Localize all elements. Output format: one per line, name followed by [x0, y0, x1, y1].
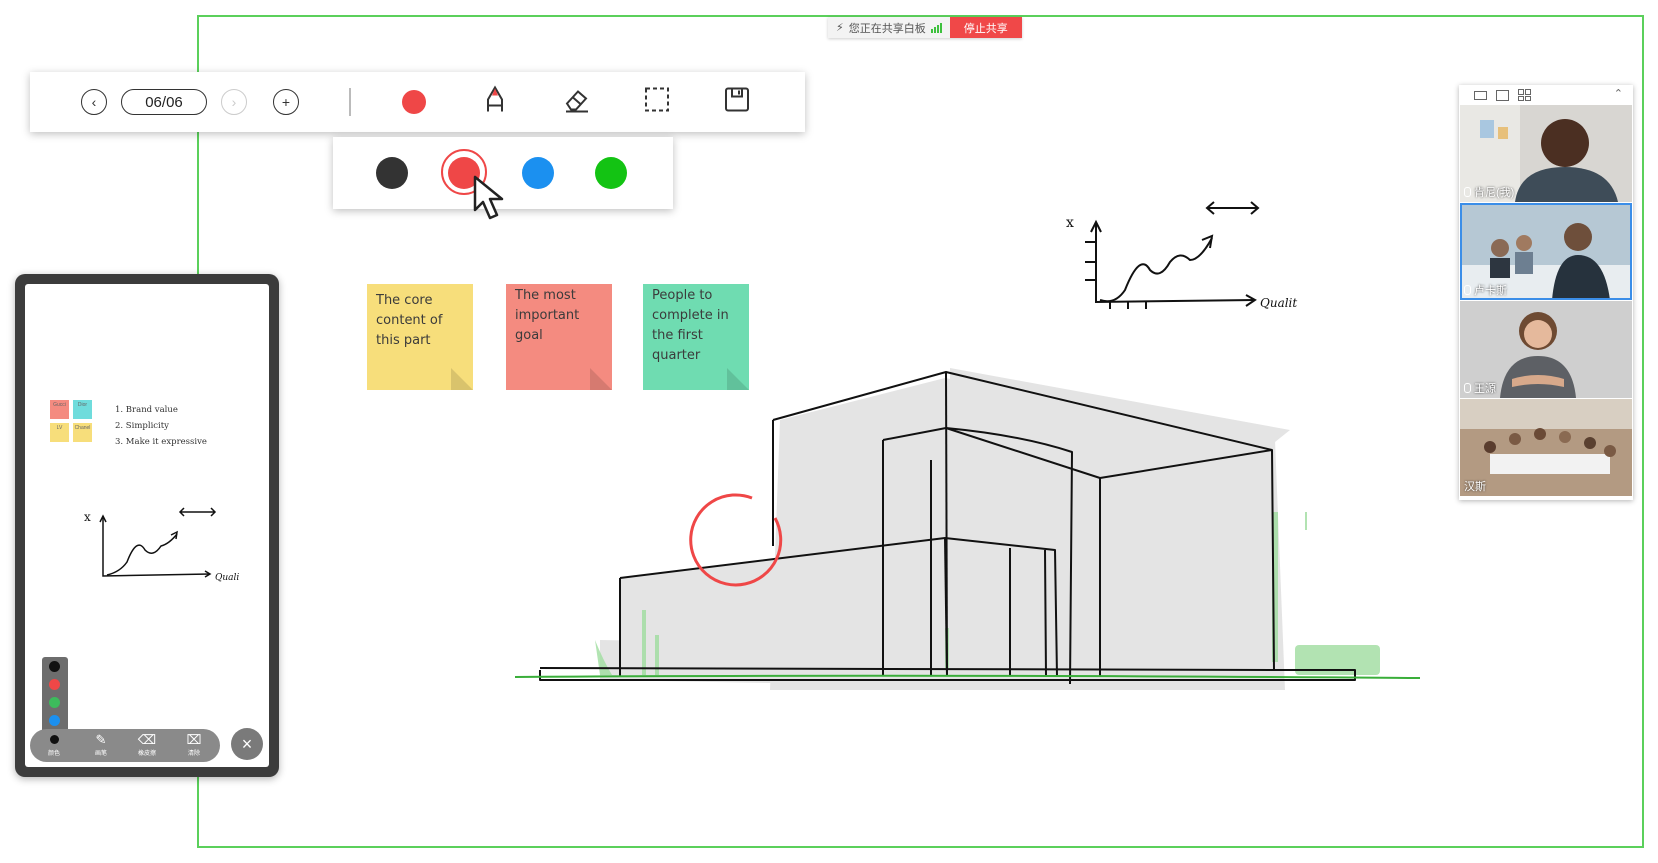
pen-icon	[487, 85, 503, 112]
participant-name-tag: 肯尼(我)	[1464, 184, 1514, 200]
sticky-note[interactable]: The core content of this part	[367, 284, 473, 390]
chevron-left-icon: ‹	[91, 94, 97, 110]
sticky-note[interactable]: People to complete in the first quarter	[643, 284, 749, 390]
chevron-right-icon: ›	[231, 94, 237, 110]
mini-note: Gucci	[50, 400, 69, 419]
sticky-note[interactable]: The most important goal	[506, 284, 612, 390]
participant-name: 王源	[1474, 383, 1496, 395]
eraser-icon: ⌫	[137, 732, 157, 747]
mini-toolbar-label: 橡皮擦	[137, 751, 156, 757]
next-page-button[interactable]: ›	[221, 89, 247, 115]
video-panel-header: ⌃	[1459, 85, 1633, 105]
mini-color-button[interactable]: 颜色	[38, 733, 70, 757]
mini-note: LV	[50, 423, 69, 442]
mini-chart-x-label: Quali	[215, 573, 239, 583]
mini-toolbar-label: 颜色	[47, 751, 60, 757]
mini-pen-button[interactable]: ✎ 画笔	[85, 732, 117, 758]
single-view-icon[interactable]	[1496, 89, 1509, 101]
participant-tile[interactable]: 王源	[1460, 301, 1632, 398]
chevron-up-icon[interactable]: ⌃	[1614, 87, 1623, 100]
share-banner: ⚡︎ 您正在共享白板 停止共享	[828, 17, 1022, 38]
mini-close-button[interactable]: ×	[231, 728, 263, 760]
mini-color-black[interactable]	[49, 661, 60, 672]
mini-toolbar-label: 清除	[187, 751, 200, 757]
toolbar-divider	[349, 88, 351, 116]
mobile-whiteboard-screen: Gucci Dior LV Chanel 1. Brand value 2. S…	[25, 284, 269, 767]
mini-line-chart: x Quali	[84, 507, 239, 583]
mini-note: Dior	[73, 400, 92, 419]
mini-eraser-button[interactable]: ⌫ 橡皮擦	[131, 732, 163, 758]
mini-color-palette	[42, 657, 68, 733]
color-swatch-black[interactable]	[376, 157, 408, 189]
participant-name: 汉斯	[1464, 481, 1486, 493]
save-button[interactable]	[724, 87, 750, 118]
participant-tile[interactable]: 肯尼(我)	[1460, 105, 1632, 202]
mouse-cursor-icon	[473, 175, 504, 220]
microphone-icon	[1464, 383, 1471, 393]
participant-tile[interactable]: 汉斯	[1460, 399, 1632, 496]
eraser-tool-button[interactable]	[563, 87, 591, 118]
page-indicator: 06/06	[121, 89, 207, 115]
mini-color-blue[interactable]	[49, 715, 60, 726]
mini-list-item: 1. Brand value	[115, 405, 178, 415]
mini-chart-y-label: x	[84, 510, 91, 524]
select-tool-button[interactable]	[644, 87, 670, 118]
plus-icon: +	[281, 94, 291, 110]
microphone-icon	[1464, 187, 1471, 197]
sticky-note-text: The core content of this part	[376, 293, 443, 348]
add-page-button[interactable]: +	[273, 89, 299, 115]
sticky-note-text: The most important goal	[515, 288, 580, 343]
mini-list-item: 2. Simplicity	[115, 421, 169, 431]
participant-name: 肯尼(我)	[1474, 187, 1515, 199]
mini-text-list: 1. Brand value 2. Simplicity 3. Make it …	[115, 402, 207, 450]
lightning-icon: ⚡︎	[836, 22, 844, 34]
pen-icon: ✎	[95, 732, 107, 747]
whiteboard-toolbar: ‹ 06/06 › +	[30, 72, 805, 132]
save-icon	[725, 87, 749, 112]
mini-toolbar-label: 画笔	[94, 751, 107, 757]
mini-color-red[interactable]	[49, 679, 60, 690]
microphone-icon	[1464, 285, 1471, 295]
participant-name-tag: 卢卡斯	[1464, 282, 1507, 298]
sticky-note-fold	[451, 368, 473, 390]
previous-page-button[interactable]: ‹	[81, 89, 107, 115]
color-swatch-blue[interactable]	[522, 157, 554, 189]
sticky-note-fold	[590, 368, 612, 390]
color-swatch-green[interactable]	[595, 157, 627, 189]
participant-name-tag: 汉斯	[1464, 478, 1486, 494]
mini-list-item: 3. Make it expressive	[115, 437, 207, 447]
grid-view-icon[interactable]	[1518, 89, 1531, 101]
sticky-note-text: People to complete in the first quarter	[652, 288, 729, 363]
participant-name: 卢卡斯	[1474, 285, 1507, 297]
video-panel: ⌃ 肯尼(我) 卢卡斯 王源 汉斯	[1459, 85, 1633, 500]
mini-toolbar: 颜色 ✎ 画笔 ⌫ 橡皮擦 ⌧ 清除	[30, 729, 220, 762]
participant-name-tag: 王源	[1464, 380, 1496, 396]
clear-icon: ⌧	[186, 732, 202, 747]
color-picker-button[interactable]	[402, 90, 426, 114]
mini-note: Chanel	[73, 423, 92, 442]
pen-tool-button[interactable]	[484, 85, 506, 119]
sticky-note-fold	[727, 368, 749, 390]
mini-clear-button[interactable]: ⌧ 清除	[178, 732, 210, 758]
share-status-text: 您正在共享白板	[848, 22, 926, 35]
signal-strength-icon	[930, 22, 942, 33]
mini-color-green[interactable]	[49, 697, 60, 708]
stop-sharing-button[interactable]: 停止共享	[949, 17, 1022, 38]
participant-tile[interactable]: 卢卡斯	[1460, 203, 1632, 300]
mobile-device-preview: Gucci Dior LV Chanel 1. Brand value 2. S…	[15, 274, 279, 777]
share-status: ⚡︎ 您正在共享白板	[828, 17, 950, 38]
speaker-view-icon[interactable]	[1474, 90, 1487, 100]
marquee-select-icon	[645, 87, 669, 112]
eraser-icon	[565, 90, 588, 113]
color-dot-icon	[49, 735, 59, 744]
close-icon: ×	[241, 733, 253, 754]
